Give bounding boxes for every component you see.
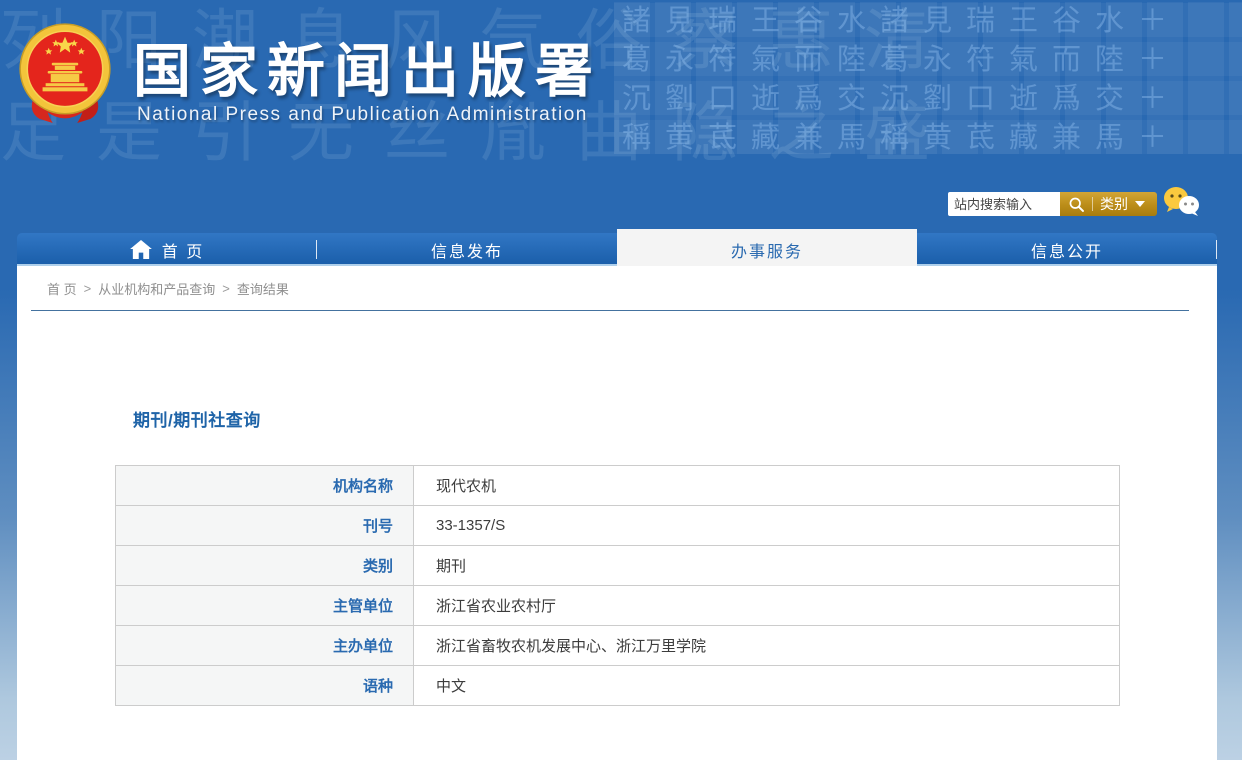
gold-divider <box>1092 197 1093 211</box>
row-label: 刊号 <box>115 505 414 546</box>
row-value: 浙江省农业农村厅 <box>413 585 1120 626</box>
page: 列阳潮息风气俗察惠清 足是引无丝胤曲隐之盛 諸見瑞王谷水諸見瑞王谷水＋ 葛永符氣… <box>0 0 1242 760</box>
nav-item-info-disclosure[interactable]: 信息公开 <box>917 233 1217 266</box>
wechat-icon[interactable] <box>1160 184 1204 225</box>
magnifier-icon <box>1069 197 1084 212</box>
table-row: 类别 期刊 <box>115 545 1120 586</box>
row-value: 期刊 <box>413 545 1120 586</box>
site-subtitle-en: National Press and Publication Administr… <box>137 104 588 125</box>
search-button[interactable] <box>1064 192 1089 216</box>
breadcrumb-current: 查询结果 <box>236 281 289 297</box>
row-value: 33-1357/S <box>413 505 1120 546</box>
category-label: 类别 <box>1100 196 1128 212</box>
content-panel: 首 页 > 从业机构和产品查询 > 查询结果 期刊/期刊社查询 机构名称 现代农… <box>17 266 1217 760</box>
nav-item-info-release[interactable]: 信息发布 <box>317 233 617 266</box>
national-emblem-logo <box>19 23 111 123</box>
site-header: 列阳潮息风气俗察惠清 足是引无丝胤曲隐之盛 諸見瑞王谷水諸見瑞王谷水＋ 葛永符氣… <box>0 0 1242 266</box>
search-controls: 类别 <box>1060 192 1157 216</box>
row-label: 主办单位 <box>115 625 414 666</box>
nav-item-label: 信息发布 <box>430 243 503 261</box>
table-row: 语种 中文 <box>115 665 1120 706</box>
nav-item-home[interactable]: 首 页 <box>17 233 317 266</box>
search-input[interactable] <box>948 192 1060 216</box>
seal-tile-watermark: 諸見瑞王谷水諸見瑞王谷水＋ 葛永符氣而陸葛永符氣而陸＋ 沉劉口逝爲交沉劉口逝爲交… <box>614 2 1242 154</box>
breadcrumb: 首 页 > 从业机构和产品查询 > 查询结果 <box>31 266 1189 311</box>
breadcrumb-query-link[interactable]: 从业机构和产品查询 <box>98 279 215 298</box>
row-value: 中文 <box>413 665 1120 706</box>
nav-item-label: 首 页 <box>161 243 205 261</box>
table-row: 主管单位 浙江省农业农村厅 <box>115 585 1120 626</box>
home-icon <box>129 240 152 259</box>
nav-item-label: 信息公开 <box>1030 243 1103 261</box>
chevron-down-icon <box>1135 201 1145 207</box>
result-table: 机构名称 现代农机 刊号 33-1357/S 类别 期刊 主管单位 浙江省农业农… <box>115 465 1120 706</box>
main-nav: 首 页 信息发布 办事服务 信息公开 <box>17 229 1217 266</box>
breadcrumb-separator: > <box>222 280 230 296</box>
table-row: 刊号 33-1357/S <box>115 505 1120 546</box>
table-row: 机构名称 现代农机 <box>115 465 1120 506</box>
row-label: 机构名称 <box>115 465 414 506</box>
nav-item-services[interactable]: 办事服务 <box>617 229 917 266</box>
site-search: 类别 <box>948 192 1157 216</box>
row-value: 浙江省畜牧农机发展中心、浙江万里学院 <box>413 625 1120 666</box>
breadcrumb-separator: > <box>83 280 92 296</box>
category-dropdown[interactable]: 类别 <box>1096 192 1149 216</box>
row-label: 类别 <box>115 545 414 586</box>
table-row: 主办单位 浙江省畜牧农机发展中心、浙江万里学院 <box>115 625 1120 666</box>
row-value: 现代农机 <box>413 465 1120 506</box>
nav-item-label: 办事服务 <box>730 243 803 261</box>
breadcrumb-home-link[interactable]: 首 页 <box>47 279 77 298</box>
row-label: 语种 <box>115 665 414 706</box>
page-title: 期刊/期刊社查询 <box>133 411 261 430</box>
row-label: 主管单位 <box>115 585 414 626</box>
site-title: 国家新闻出版署 <box>133 39 603 104</box>
